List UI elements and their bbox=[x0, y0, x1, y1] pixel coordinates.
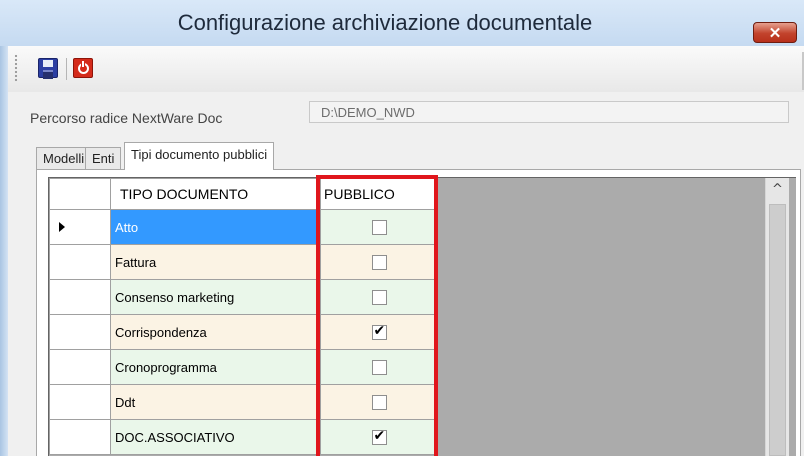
table-row[interactable]: Consenso marketing bbox=[49, 279, 438, 315]
table-row[interactable]: DOC.ASSOCIATIVO bbox=[49, 419, 438, 455]
tab-tipi-documento-pubblici[interactable]: Tipi documento pubblici bbox=[124, 142, 275, 170]
pubblico-checkbox[interactable] bbox=[371, 395, 387, 411]
table-row[interactable]: Atto bbox=[49, 209, 438, 245]
client-area: Percorso radice NextWare Doc Modelli Ent… bbox=[8, 46, 804, 456]
current-row-indicator-icon bbox=[59, 222, 65, 232]
row-header[interactable] bbox=[49, 314, 111, 350]
data-grid: TIPO DOCUMENTO PUBBLICO Atto Fattura Conse… bbox=[48, 177, 796, 456]
column-header-tipo-documento[interactable]: TIPO DOCUMENTO bbox=[110, 178, 321, 210]
row-header[interactable] bbox=[49, 209, 111, 245]
tab-label: Enti bbox=[92, 151, 115, 166]
tipo-documento-cell[interactable]: Ddt bbox=[110, 384, 321, 420]
pubblico-checkbox[interactable] bbox=[371, 220, 387, 236]
pubblico-cell bbox=[320, 349, 438, 385]
pubblico-checkbox[interactable] bbox=[371, 323, 387, 341]
tipo-documento-cell[interactable]: Fattura bbox=[110, 244, 321, 280]
row-header[interactable] bbox=[49, 384, 111, 420]
column-header-pubblico[interactable]: PUBBLICO bbox=[320, 178, 438, 210]
table-row[interactable]: Corrispondenza bbox=[49, 314, 438, 350]
table-row[interactable]: Ddt bbox=[49, 384, 438, 420]
power-symbol bbox=[77, 60, 89, 74]
path-label: Percorso radice NextWare Doc bbox=[30, 110, 223, 126]
window-title: Configurazione archiviazione documentale bbox=[177, 10, 593, 35]
tipo-documento-cell[interactable]: Consenso marketing bbox=[110, 279, 321, 315]
table-row[interactable]: Cronoprogramma bbox=[49, 349, 438, 385]
row-header-corner[interactable] bbox=[49, 178, 111, 210]
row-header[interactable] bbox=[49, 244, 111, 280]
table-row[interactable]: Fattura bbox=[49, 244, 438, 280]
pubblico-checkbox[interactable] bbox=[371, 255, 387, 271]
pubblico-checkbox[interactable] bbox=[371, 290, 387, 306]
pubblico-cell bbox=[320, 209, 438, 245]
toolbar-separator bbox=[66, 58, 67, 80]
close-icon: ✕ bbox=[768, 24, 782, 42]
close-button[interactable]: ✕ bbox=[753, 22, 797, 43]
tab-label: Modelli bbox=[43, 151, 85, 166]
row-header[interactable] bbox=[49, 279, 111, 315]
tipo-documento-cell[interactable]: Corrispondenza bbox=[110, 314, 321, 350]
grid-table: TIPO DOCUMENTO PUBBLICO Atto Fattura Conse… bbox=[49, 178, 438, 455]
title-bar: Configurazione archiviazione documentale… bbox=[0, 0, 804, 46]
pubblico-cell bbox=[320, 384, 438, 420]
tipo-documento-cell[interactable]: Atto bbox=[110, 209, 321, 245]
save-icon[interactable] bbox=[38, 58, 58, 79]
scroll-thumb[interactable] bbox=[769, 204, 786, 456]
grid-header-row: TIPO DOCUMENTO PUBBLICO bbox=[49, 178, 438, 210]
scroll-up-icon[interactable]: ^ bbox=[766, 178, 789, 200]
tipo-documento-cell[interactable]: Cronoprogramma bbox=[110, 349, 321, 385]
row-header[interactable] bbox=[49, 419, 111, 455]
toolbar-grip[interactable] bbox=[14, 54, 18, 82]
power-icon[interactable] bbox=[73, 58, 93, 78]
tipo-documento-cell[interactable]: DOC.ASSOCIATIVO bbox=[110, 419, 321, 455]
tab-enti[interactable]: Enti bbox=[85, 147, 122, 169]
pubblico-cell bbox=[320, 314, 438, 350]
pubblico-cell bbox=[320, 279, 438, 315]
path-input[interactable] bbox=[309, 101, 789, 123]
tab-label: Tipi documento pubblici bbox=[131, 147, 268, 162]
vertical-scrollbar[interactable]: ^ bbox=[765, 178, 789, 456]
window-left-edge bbox=[0, 46, 8, 456]
toolbar bbox=[8, 46, 804, 92]
pubblico-checkbox[interactable] bbox=[371, 428, 387, 446]
pubblico-cell bbox=[320, 244, 438, 280]
row-header[interactable] bbox=[49, 349, 111, 385]
tab-modelli[interactable]: Modelli bbox=[36, 147, 92, 169]
pubblico-cell bbox=[320, 419, 438, 455]
pubblico-checkbox[interactable] bbox=[371, 360, 387, 376]
